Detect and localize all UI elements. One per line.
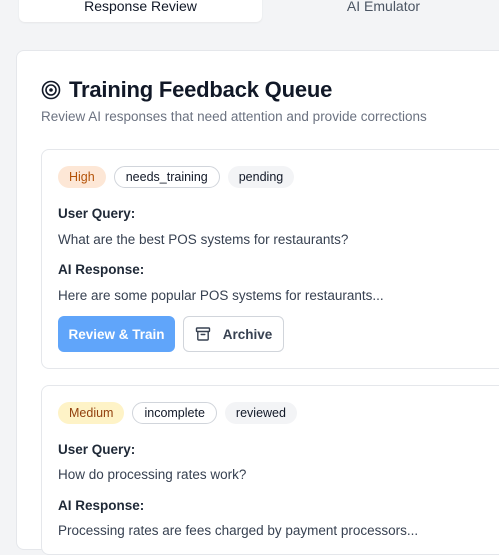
tab-ai-emulator[interactable]: AI Emulator [262, 0, 499, 22]
target-icon [41, 80, 61, 100]
ai-response-label: AI Response: [58, 498, 145, 513]
feedback-card: High needs_training pending User Query: … [41, 149, 499, 369]
tag-badge: needs_training [113, 166, 220, 188]
archive-button[interactable]: Archive [183, 316, 284, 352]
feedback-card: Medium incomplete reviewed User Query: H… [41, 385, 499, 555]
status-badge: pending [227, 166, 295, 188]
tab-response-review[interactable]: Response Review [19, 0, 262, 22]
ai-response-label: AI Response: [58, 262, 145, 277]
panel-header: Training Feedback Queue [41, 77, 332, 103]
card-actions: Review & Train Archive [58, 316, 284, 352]
tag-badge: incomplete [132, 402, 217, 424]
user-query-text: What are the best POS systems for restau… [58, 232, 349, 247]
card-badges: High needs_training pending [58, 166, 295, 188]
page-subtitle: Review AI responses that need attention … [41, 109, 427, 124]
user-query-text: How do processing rates work? [58, 467, 247, 482]
status-badge: reviewed [224, 402, 297, 424]
user-query-label: User Query: [58, 442, 136, 457]
ai-response-text: Here are some popular POS systems for re… [58, 288, 384, 303]
user-query-label: User Query: [58, 206, 136, 221]
page-title: Training Feedback Queue [69, 77, 333, 102]
priority-badge: Medium [58, 402, 125, 424]
archive-label: Archive [222, 326, 273, 342]
card-badges: Medium incomplete reviewed [58, 402, 297, 424]
archive-icon [195, 327, 210, 341]
priority-badge: High [58, 166, 106, 188]
review-train-button[interactable]: Review & Train [58, 316, 175, 352]
tab-bar: Response Review AI Emulator [0, 0, 499, 22]
